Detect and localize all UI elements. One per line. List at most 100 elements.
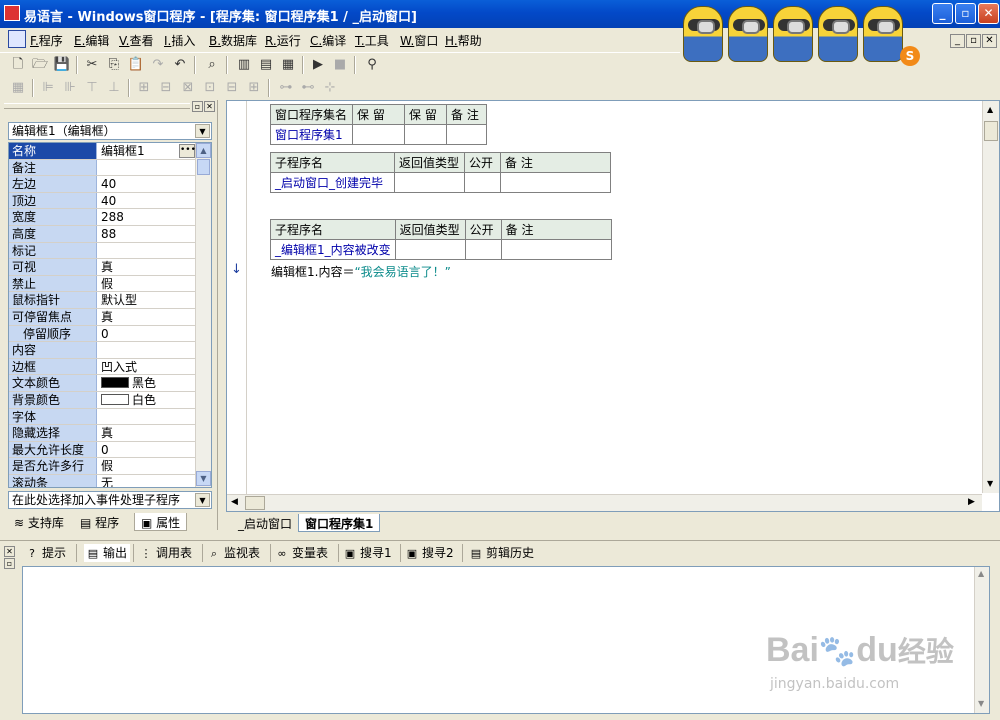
property-row[interactable]: 高度 88 [9, 226, 195, 243]
menu-insert[interactable]: I.插入 [164, 32, 195, 49]
table-cell[interactable] [394, 172, 465, 193]
redo-icon[interactable]: ↷ [148, 56, 168, 74]
property-value[interactable]: 真 [99, 425, 195, 441]
property-value[interactable]: 0 [99, 326, 195, 342]
property-value[interactable]: 88 [99, 226, 195, 242]
chevron-down-icon[interactable]: ▼ [195, 124, 210, 138]
property-value[interactable]: 白色 [99, 392, 195, 408]
tab-startup-window[interactable]: _启动窗口 [232, 514, 298, 532]
event-selector[interactable]: 在此处选择加入事件处理子程序 ▼ [8, 491, 212, 509]
tab-watch[interactable]: ⌕ 监视表 [208, 544, 260, 562]
property-row[interactable]: 可视真 [9, 259, 195, 276]
object-selector[interactable]: 编辑框1（编辑框） ▼ [8, 122, 212, 140]
property-value[interactable]: 真 [99, 259, 195, 275]
scroll-thumb[interactable] [197, 159, 210, 175]
property-row[interactable]: 停留顺序 0 [9, 325, 195, 343]
layout-1-icon[interactable]: ▥ [234, 56, 254, 74]
property-value[interactable]: 真 [99, 309, 195, 325]
menu-tools[interactable]: T.工具 [355, 32, 389, 49]
scroll-down-icon[interactable]: ▼ [196, 471, 211, 486]
property-value[interactable]: 无 [99, 475, 195, 487]
tab-variables[interactable]: ∞ 变量表 [276, 544, 328, 562]
scroll-thumb[interactable] [984, 121, 998, 141]
property-value[interactable]: 40 [99, 193, 195, 209]
tab-search1[interactable]: ▣ 搜寻1 [344, 544, 392, 562]
code-line[interactable]: 编辑框1.内容＝“我会易语言了！” [271, 263, 451, 280]
open-folder-icon[interactable]: 🗁 [30, 56, 50, 74]
property-row[interactable]: 鼠标指针 默认型 [9, 292, 195, 309]
property-row[interactable]: 备注 [9, 159, 195, 177]
same-height-icon[interactable]: ⊡ [200, 79, 220, 97]
property-value[interactable]: 40 [99, 176, 195, 192]
property-row[interactable]: 是否允许多行假 [9, 458, 195, 475]
property-row[interactable]: 名称 编辑框1 [9, 143, 195, 160]
sub-name-cell[interactable]: _启动窗口_创建完毕 [270, 172, 395, 193]
output-vscroll[interactable]: ▲ ▼ [974, 567, 989, 713]
center-h-icon[interactable]: ⊶ [276, 79, 296, 97]
panel-close-button[interactable]: ✕ [204, 101, 215, 112]
align-bottom-icon[interactable]: ⊥ [104, 79, 124, 97]
property-row[interactable]: 文本颜色 黑色 [9, 375, 195, 392]
scroll-down-icon[interactable]: ▼ [978, 699, 984, 708]
undo-icon[interactable]: ↶ [170, 56, 190, 74]
assembly-name-cell[interactable]: 窗口程序集1 [270, 124, 353, 145]
tab-clipboard-history[interactable]: ▤ 剪辑历史 [470, 544, 534, 562]
maximize-button[interactable]: ▫ [955, 3, 976, 24]
table-cell[interactable] [404, 124, 447, 145]
table-cell[interactable] [464, 172, 501, 193]
copy-icon[interactable]: ⎘ [104, 56, 124, 74]
scroll-thumb[interactable] [245, 496, 265, 510]
menu-database[interactable]: B.数据库 [209, 32, 257, 49]
scroll-up-icon[interactable]: ▲ [978, 569, 984, 578]
tab-search2[interactable]: ▣ 搜寻2 [406, 544, 454, 562]
layout-3-icon[interactable]: ▦ [278, 56, 298, 74]
property-value[interactable]: 黑色 [99, 375, 195, 391]
run-icon[interactable]: ▶ [308, 56, 328, 74]
same-size-icon[interactable]: ⊟ [222, 79, 242, 97]
binoculars-icon[interactable]: ⚲ [362, 56, 382, 74]
mdi-close-button[interactable]: ✕ [982, 34, 997, 48]
center-icon[interactable]: ⊞ [244, 79, 264, 97]
order-icon[interactable]: ⊹ [320, 79, 340, 97]
menu-run[interactable]: R.运行 [265, 32, 301, 49]
menu-help[interactable]: H.帮助 [445, 32, 482, 49]
property-value[interactable]: 假 [99, 458, 195, 474]
same-width-icon[interactable]: ⊠ [178, 79, 198, 97]
property-row[interactable]: 内容 [9, 342, 195, 359]
space-v-icon[interactable]: ⊟ [156, 79, 176, 97]
new-file-icon[interactable]: 🗋 [8, 56, 28, 74]
tab-window-assembly[interactable]: 窗口程序集1 [298, 514, 381, 532]
mdi-restore-button[interactable]: ▫ [966, 34, 981, 48]
scroll-up-icon[interactable]: ▲ [987, 105, 993, 114]
property-value[interactable]: 默认型 [99, 292, 195, 308]
property-value[interactable]: 凹入式 [99, 359, 195, 375]
property-row[interactable]: 顶边 40 [9, 192, 195, 210]
property-row[interactable]: 左边 40 [9, 176, 195, 193]
align-top-icon[interactable]: ⊤ [82, 79, 102, 97]
menu-compile[interactable]: C.编译 [310, 32, 346, 49]
paste-icon[interactable]: 📋 [126, 56, 146, 74]
property-value[interactable]: 288 [99, 209, 195, 225]
close-button[interactable]: ✕ [978, 3, 999, 24]
scroll-left-icon[interactable]: ◀ [231, 497, 238, 507]
align-left-icon[interactable]: ⊫ [38, 79, 58, 97]
scroll-up-icon[interactable]: ▲ [196, 143, 211, 158]
scroll-right-icon[interactable]: ▶ [968, 497, 975, 507]
property-row[interactable]: 背景颜色 白色 [9, 392, 195, 409]
mdi-minimize-button[interactable]: _ [950, 34, 965, 48]
property-scrollbar[interactable]: ▲ ▼ [195, 143, 211, 487]
tab-output[interactable]: ▤ 输出 [84, 544, 131, 562]
table-cell[interactable] [500, 239, 612, 260]
editor-hscroll[interactable]: ◀ ▶ [227, 494, 982, 511]
property-value[interactable] [99, 243, 195, 259]
property-row[interactable]: 滚动条无 [9, 475, 195, 487]
property-value[interactable] [99, 409, 195, 425]
table-cell[interactable] [500, 172, 611, 193]
property-row[interactable]: 字体 [9, 408, 195, 426]
menu-edit[interactable]: E.编辑 [74, 32, 109, 49]
panel-float-button[interactable]: ▫ [192, 101, 203, 112]
property-value[interactable]: 假 [99, 276, 195, 292]
property-value[interactable] [99, 160, 195, 176]
chevron-down-icon[interactable]: ▼ [195, 493, 210, 507]
layout-2-icon[interactable]: ▤ [256, 56, 276, 74]
